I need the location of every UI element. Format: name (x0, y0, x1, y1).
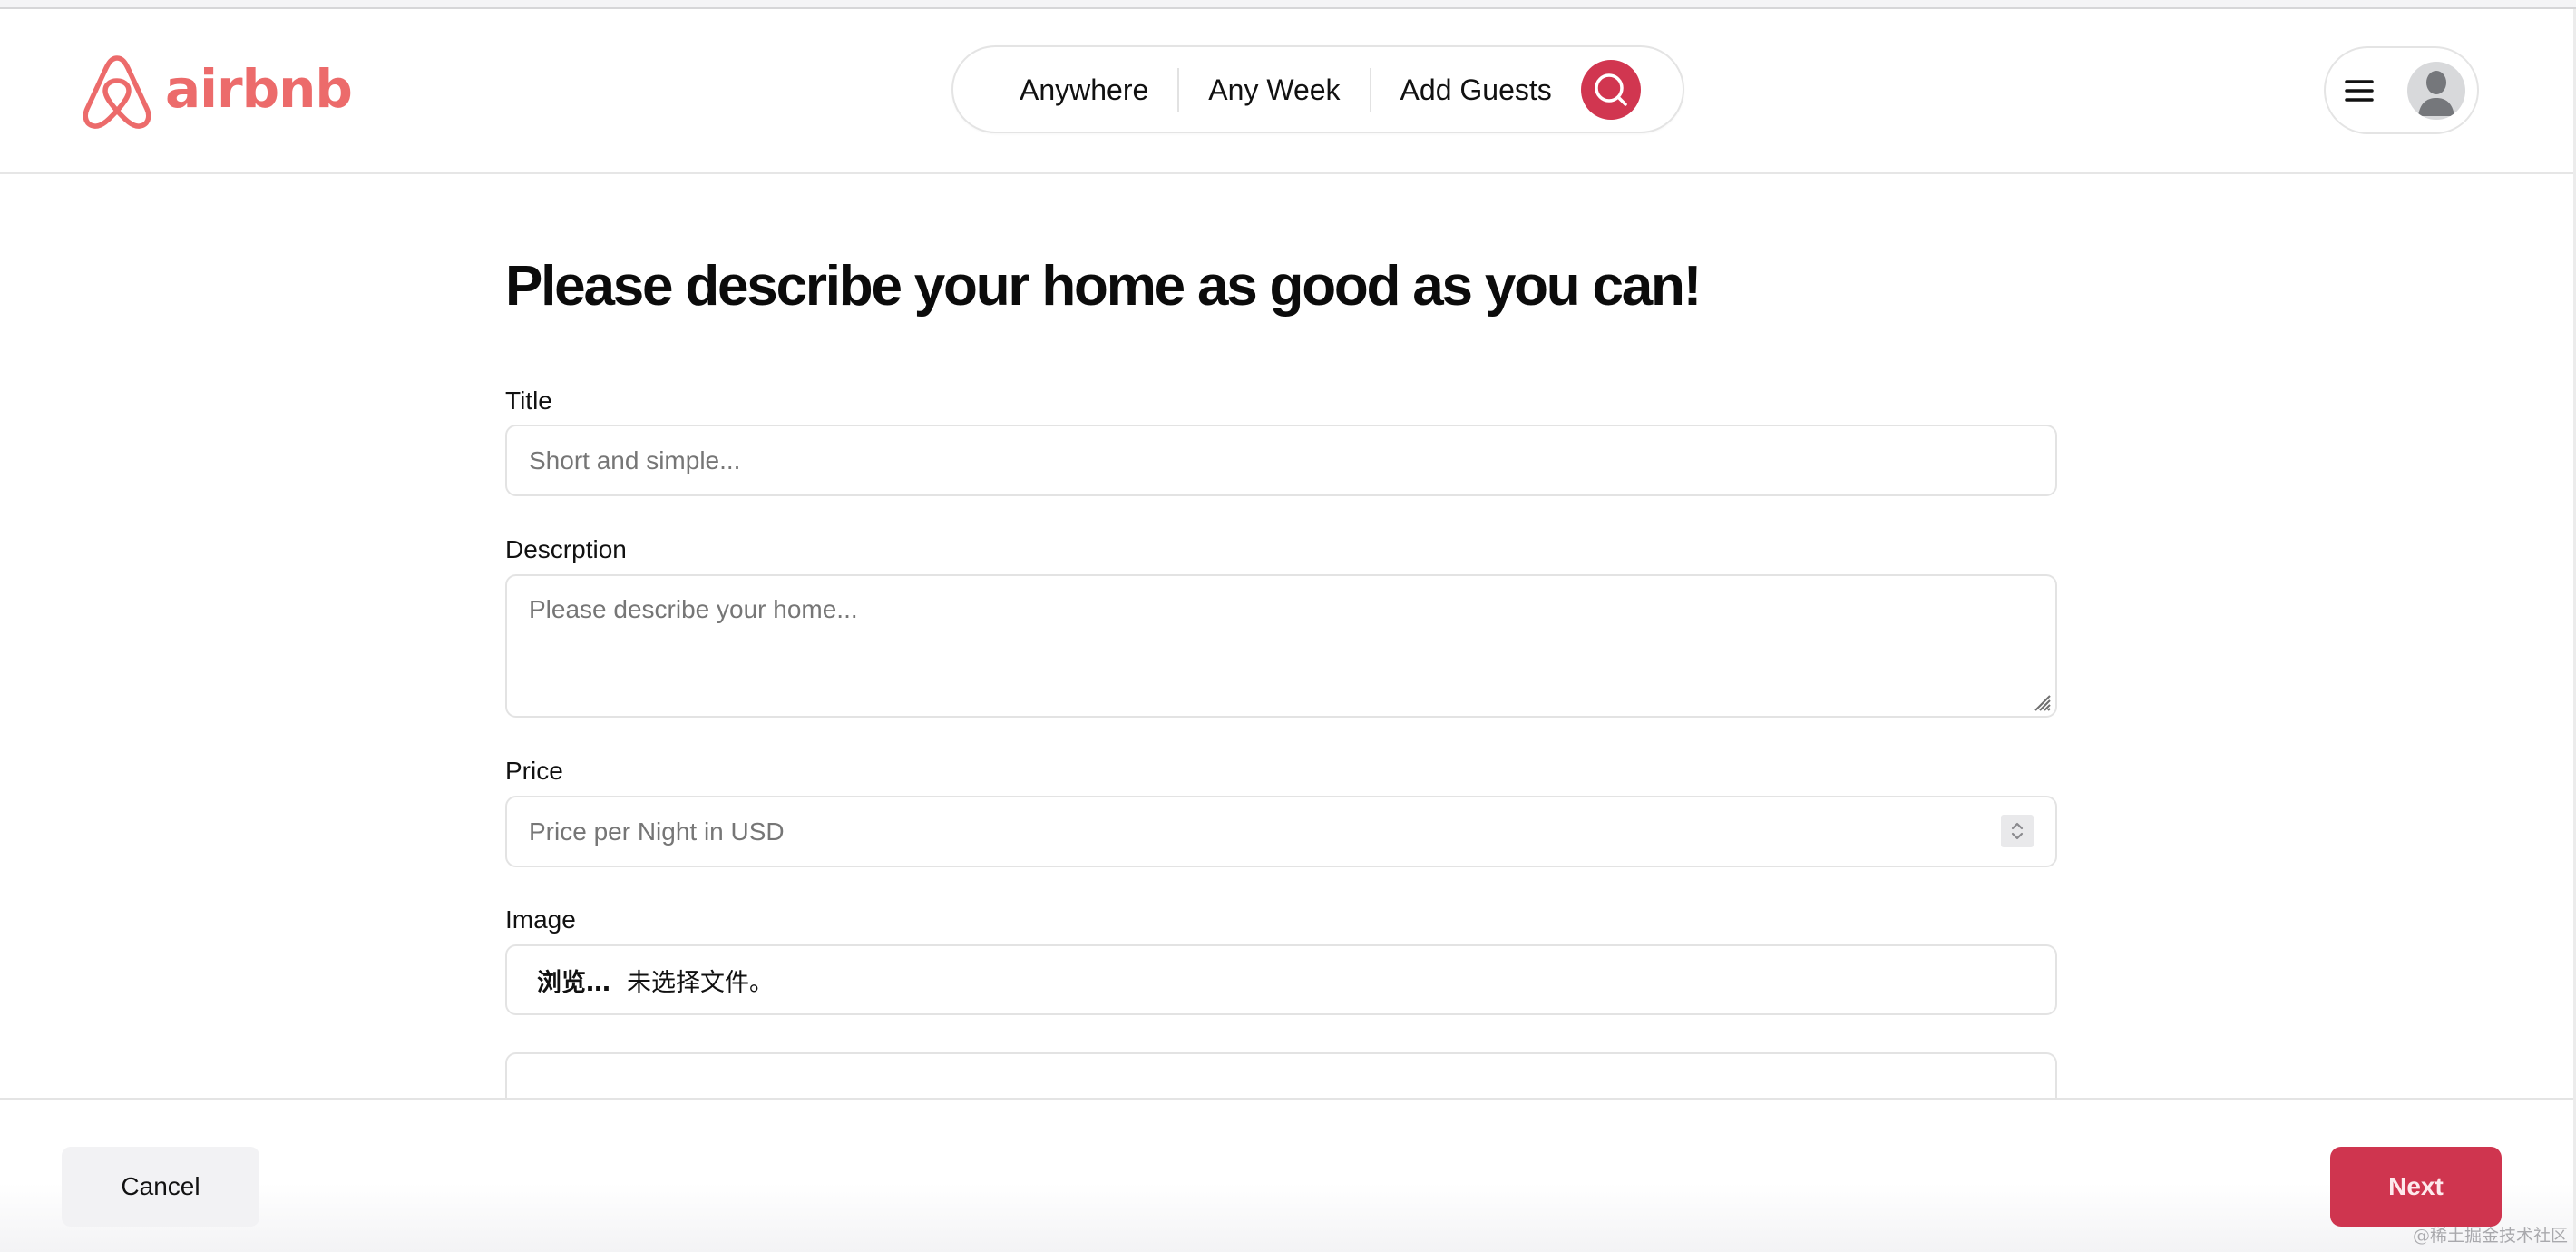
form-footer: Cancel Next @稀土掘金技术社区 (0, 1098, 2573, 1252)
search-any-week[interactable]: Any Week (1179, 68, 1369, 112)
site-header: airbnb Anywhere Any Week Add Guests (0, 9, 2573, 174)
hamburger-menu-icon (2345, 79, 2374, 102)
watermark: @稀土掘金技术社区 (2412, 1226, 2568, 1246)
search-icon (1595, 73, 1627, 106)
title-input[interactable] (507, 426, 2055, 494)
browser-top-strip (0, 0, 2576, 9)
next-button[interactable]: Next (2330, 1147, 2502, 1227)
airbnb-logo[interactable]: airbnb (82, 54, 353, 129)
next-field-partial (505, 1052, 2057, 1098)
brand-name: airbnb (165, 58, 353, 120)
user-avatar-icon (2418, 70, 2454, 116)
avatar[interactable] (2407, 61, 2465, 120)
resize-handle-icon[interactable] (2030, 690, 2052, 712)
user-menu-button[interactable] (2324, 46, 2479, 134)
browse-file-button[interactable]: 浏览… (537, 963, 610, 998)
description-label: Descrption (505, 535, 627, 563)
number-spinner[interactable] (2001, 815, 2034, 847)
description-field[interactable] (505, 574, 2057, 718)
title-field[interactable] (505, 425, 2057, 496)
search-add-guests[interactable]: Add Guests (1371, 68, 1581, 112)
search-bar[interactable]: Anywhere Any Week Add Guests (951, 45, 1684, 133)
search-button[interactable] (1580, 59, 1641, 120)
price-label: Price (505, 757, 563, 785)
image-label: Image (505, 905, 576, 934)
page-title: Please describe your home as good as you… (505, 255, 1702, 318)
file-status-text: 未选择文件。 (627, 968, 774, 997)
chevron-up-down-icon (2011, 822, 2024, 840)
price-input[interactable] (507, 797, 2055, 866)
airbnb-logo-icon (83, 55, 151, 129)
description-textarea[interactable] (507, 576, 2055, 716)
listing-form: Please describe your home as good as you… (505, 174, 2057, 1098)
price-field[interactable] (505, 796, 2057, 867)
image-file-field[interactable]: 浏览… 未选择文件。 (505, 944, 2057, 1015)
search-anywhere[interactable]: Anywhere (953, 68, 1177, 112)
cancel-button[interactable]: Cancel (62, 1147, 259, 1227)
title-label: Title (505, 386, 552, 415)
